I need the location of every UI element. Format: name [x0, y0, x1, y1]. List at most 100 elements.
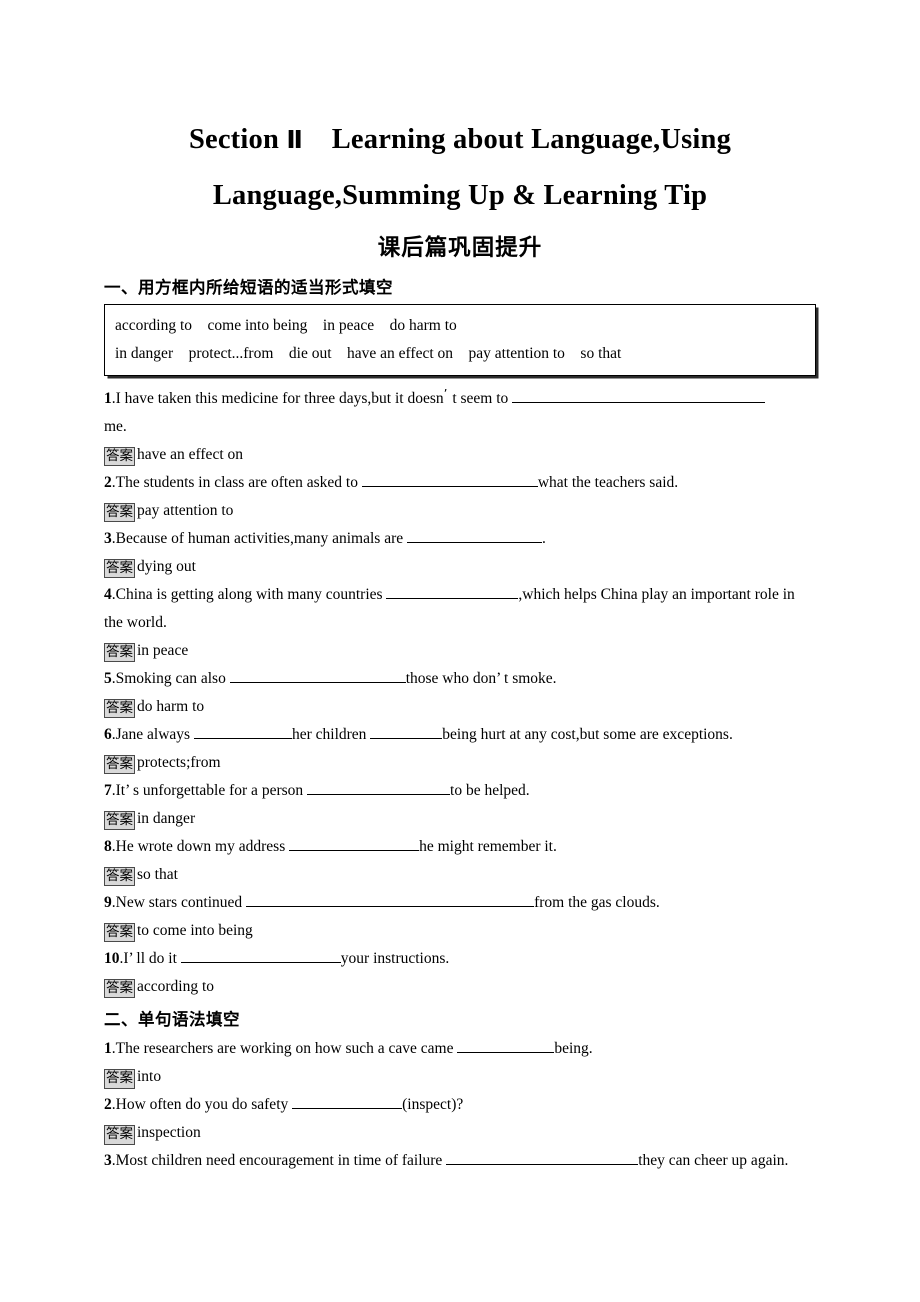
- answer-line: 答案 dying out: [104, 553, 816, 581]
- title-line1-prefix: Section: [188, 124, 287, 155]
- question-line: 3.Because of human activities,many anima…: [104, 525, 816, 553]
- phrase-word-box: according to come into being in peace do…: [104, 304, 816, 376]
- answer-badge: 答案: [104, 446, 135, 467]
- answer-badge: 答案: [104, 978, 135, 999]
- question-text-mid: t seem to: [448, 389, 513, 407]
- section-2-heading: 二、单句语法填空: [104, 1009, 240, 1029]
- question-text-post: being.: [554, 1040, 593, 1058]
- answer-badge: 答案: [104, 502, 135, 523]
- question-text-post: those who don’ t smoke.: [405, 669, 557, 687]
- page-content: Section Ⅱ Learning about Language,Using L…: [104, 112, 816, 1175]
- question-text-post: he might remember it.: [419, 837, 557, 855]
- section-1-heading: 一、用方框内所给短语的适当形式填空: [104, 277, 393, 297]
- answer-line: 答案 protects;from: [104, 749, 816, 777]
- title-line1-rest: Learning about Language,Using: [303, 124, 732, 155]
- answer-line: 答案 do harm to: [104, 693, 816, 721]
- question-text-pre: .The researchers are working on how such…: [111, 1040, 458, 1058]
- answer-line: 答案 to come into being: [104, 917, 816, 945]
- question-line: 4.China is getting along with many count…: [104, 581, 816, 637]
- question-number: 3: [104, 529, 112, 547]
- question-line: 8.He wrote down my address he might reme…: [104, 833, 816, 861]
- answer-badge: 答案: [104, 1069, 135, 1089]
- answer-text: pay attention to: [137, 501, 234, 519]
- answer-blank[interactable]: [180, 947, 341, 963]
- question-number: 2: [104, 1096, 112, 1114]
- question-text-pre: .New stars continued: [111, 893, 247, 911]
- question-number: 1: [104, 1040, 112, 1058]
- question-text-pre: .China is getting along with many countr…: [111, 585, 387, 603]
- question-line: 1.The researchers are working on how suc…: [104, 1035, 816, 1063]
- answer-line: 答案 so that: [104, 861, 816, 889]
- answer-badge: 答案: [104, 810, 135, 831]
- answer-line: 答案 in peace: [104, 637, 816, 665]
- question-text-pre: .The students in class are often asked t…: [111, 473, 362, 491]
- answer-blank[interactable]: [407, 527, 543, 543]
- answer-blank[interactable]: [446, 1150, 639, 1166]
- page-title: Section Ⅱ Learning about Language,Using L…: [104, 112, 816, 224]
- answer-blank[interactable]: [292, 1094, 403, 1110]
- answer-blank[interactable]: [457, 1038, 555, 1054]
- title-line2: Language,Summing Up & Learning Tip: [212, 179, 708, 211]
- answer-badge: 答案: [104, 642, 135, 663]
- question-number: 2: [104, 473, 112, 491]
- answer-text: according to: [137, 977, 215, 995]
- question-number: 9: [104, 893, 112, 911]
- question-text-post: to be helped.: [450, 781, 530, 799]
- question-text-pre: .Smoking can also: [111, 669, 230, 687]
- question-text-pre: .He wrote down my address: [111, 837, 290, 855]
- answer-text: to come into being: [137, 921, 253, 939]
- question-line: 2.How often do you do safety (inspect)?: [104, 1091, 816, 1119]
- question-line: 9.New stars continued from the gas cloud…: [104, 889, 816, 917]
- question-continuation-line: me.: [104, 417, 127, 435]
- question-line: 1.I have taken this medicine for three d…: [104, 380, 816, 413]
- question-number: 7: [104, 781, 112, 799]
- answer-blank[interactable]: [386, 583, 519, 599]
- section-2-items: 1.The researchers are working on how suc…: [104, 1035, 816, 1175]
- answer-blank[interactable]: [307, 779, 451, 795]
- answer-badge: 答案: [104, 558, 135, 579]
- question-text-pre: .Jane always: [111, 725, 194, 743]
- answer-blank[interactable]: [246, 891, 535, 907]
- answer-line: 答案 inspection: [104, 1119, 816, 1147]
- question-text-pre: .I’ ll do it: [119, 949, 181, 967]
- answer-blank[interactable]: [512, 387, 766, 403]
- answer-blank[interactable]: [193, 723, 292, 739]
- question-text-pre: .How often do you do safety: [111, 1096, 293, 1114]
- question-text-pre: .I have taken this medicine for three da…: [111, 389, 444, 407]
- answer-blank-2[interactable]: [370, 723, 443, 739]
- question-number: 8: [104, 837, 112, 855]
- answer-badge: 答案: [104, 866, 135, 887]
- question-line: 7.It’ s unforgettable for a person to be…: [104, 777, 816, 805]
- question-text-post: your instructions.: [340, 949, 450, 967]
- question-text-post-2: being hurt at any cost,but some are exce…: [442, 725, 733, 743]
- answer-blank[interactable]: [229, 667, 406, 683]
- word-box-row-1: according to come into being in peace do…: [115, 317, 457, 335]
- question-number: 5: [104, 669, 112, 687]
- answer-text: dying out: [137, 557, 196, 575]
- answer-blank[interactable]: [361, 471, 538, 487]
- question-text-pre: .Most children need encouragement in tim…: [111, 1152, 447, 1170]
- answer-text: so that: [137, 865, 178, 883]
- question-text-post: (inspect)?: [402, 1096, 464, 1114]
- answer-text: in peace: [137, 641, 189, 659]
- question-line: 5.Smoking can also those who don’ t smok…: [104, 665, 816, 693]
- question-text-post: they can cheer up again.: [638, 1152, 789, 1170]
- question-text-post: what the teachers said.: [537, 473, 679, 491]
- answer-text: have an effect on: [137, 445, 244, 463]
- answer-blank[interactable]: [289, 835, 420, 851]
- answer-text: do harm to: [137, 697, 205, 715]
- section-1-items: 1.I have taken this medicine for three d…: [104, 380, 816, 1001]
- question-number: 4: [104, 585, 112, 603]
- question-number: 10: [104, 949, 120, 967]
- answer-badge: 答案: [104, 1125, 135, 1145]
- answer-text: protects;from: [137, 753, 221, 771]
- question-line: 2.The students in class are often asked …: [104, 469, 816, 497]
- section-number: Ⅱ: [286, 125, 303, 154]
- question-line: 6.Jane always her children being hurt at…: [104, 721, 816, 749]
- answer-line: 答案 in danger: [104, 805, 816, 833]
- chinese-subtitle: 课后篇巩固提升: [377, 234, 543, 261]
- answer-text: inspection: [137, 1124, 201, 1142]
- question-number: 1: [104, 389, 112, 407]
- answer-badge: 答案: [104, 698, 135, 719]
- document-page: Section Ⅱ Learning about Language,Using L…: [0, 0, 920, 1302]
